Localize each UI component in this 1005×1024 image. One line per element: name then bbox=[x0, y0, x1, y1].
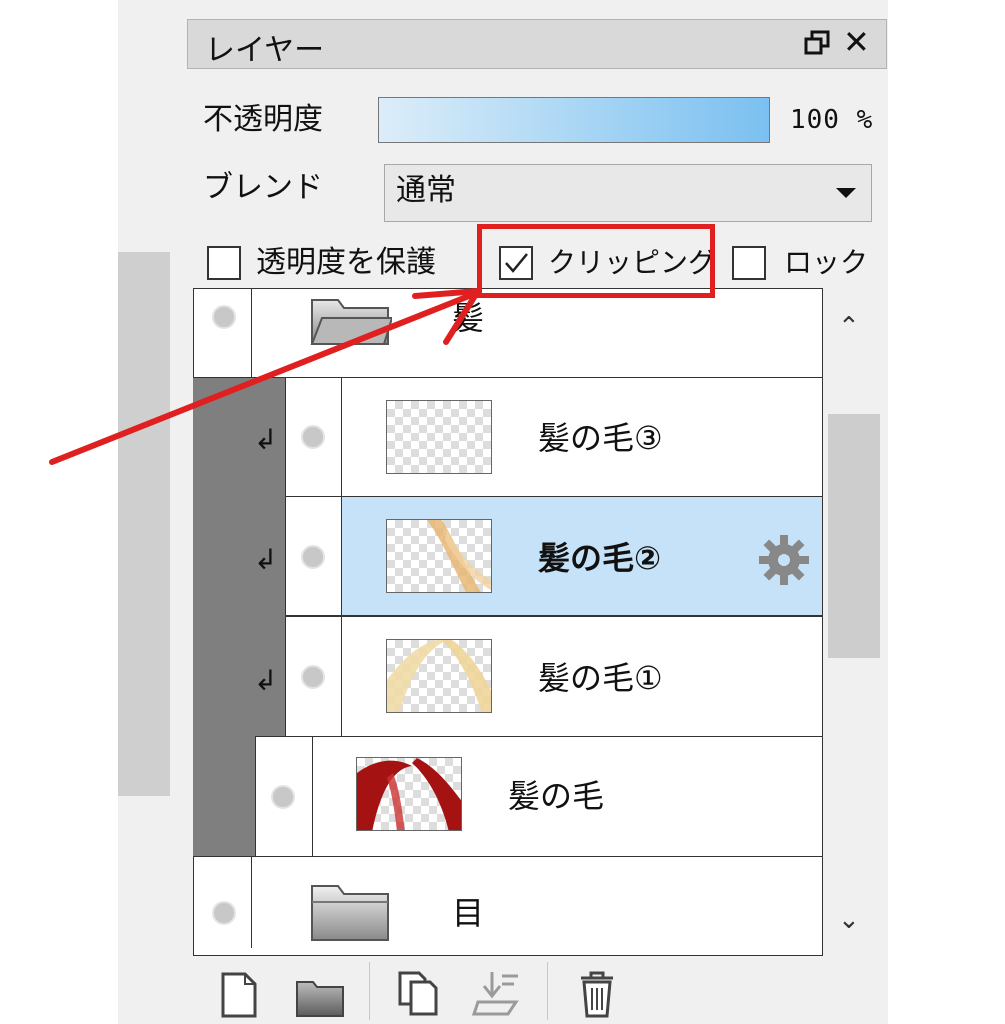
layer-row-folder-eyes[interactable] bbox=[193, 856, 823, 956]
opacity-value: 100 % bbox=[790, 105, 874, 135]
chevron-down-icon bbox=[836, 188, 856, 198]
blend-mode-value: 通常 bbox=[396, 173, 456, 208]
layer-thumbnail bbox=[386, 639, 492, 713]
layer-thumbnail bbox=[386, 519, 492, 593]
panel-title: レイヤー bbox=[205, 33, 325, 68]
toolbar-divider bbox=[547, 962, 548, 1020]
visibility-toggle[interactable] bbox=[212, 305, 236, 329]
scroll-up-icon[interactable]: ⌃ bbox=[838, 312, 860, 342]
lock-label: ロック bbox=[784, 246, 869, 279]
row-divider bbox=[341, 377, 342, 497]
opacity-label: 不透明度 bbox=[203, 102, 323, 137]
new-layer-icon[interactable] bbox=[219, 972, 259, 1022]
layer-name: 髪の毛③ bbox=[538, 419, 663, 457]
left-panel-strip bbox=[118, 252, 170, 796]
protect-opacity-label: 透明度を保護 bbox=[256, 245, 436, 280]
merge-down-icon[interactable] bbox=[471, 970, 522, 1020]
opacity-slider[interactable] bbox=[378, 97, 770, 143]
layer-name: 髪の毛② bbox=[538, 539, 662, 577]
blend-mode-select[interactable] bbox=[384, 164, 872, 222]
blend-label: ブレンド bbox=[203, 170, 323, 205]
clip-arrow-icon: ↲ bbox=[254, 664, 278, 697]
scroll-down-icon[interactable]: ⌄ bbox=[838, 905, 860, 935]
close-icon[interactable]: ✕ bbox=[843, 22, 870, 62]
annotation-highlight-box bbox=[477, 224, 715, 298]
layer-name: 目 bbox=[452, 894, 485, 932]
row-divider bbox=[251, 288, 252, 378]
delete-layer-icon[interactable] bbox=[577, 970, 617, 1022]
visibility-toggle[interactable] bbox=[301, 665, 325, 689]
lock-checkbox[interactable] bbox=[732, 246, 766, 280]
scrollbar-thumb[interactable] bbox=[828, 414, 880, 658]
layer-thumbnail bbox=[386, 400, 492, 474]
folder-icon bbox=[308, 882, 392, 948]
layer-row-folder-hair[interactable] bbox=[193, 288, 823, 378]
row-divider bbox=[251, 856, 252, 948]
restore-window-icon[interactable] bbox=[804, 30, 830, 60]
row-divider bbox=[341, 616, 342, 737]
toolbar-divider bbox=[369, 962, 370, 1020]
clip-arrow-icon: ↲ bbox=[254, 423, 278, 456]
layer-thumbnail bbox=[356, 757, 462, 831]
layer-name: 髪の毛① bbox=[538, 659, 663, 697]
visibility-toggle[interactable] bbox=[301, 425, 325, 449]
clipping-group-bar bbox=[193, 737, 255, 857]
visibility-toggle[interactable] bbox=[301, 545, 325, 569]
row-divider bbox=[312, 736, 313, 857]
protect-opacity-checkbox[interactable] bbox=[207, 246, 241, 280]
clip-arrow-icon: ↲ bbox=[254, 543, 278, 576]
layer-name: 髪の毛 bbox=[508, 777, 605, 815]
visibility-toggle[interactable] bbox=[212, 901, 236, 925]
new-folder-icon[interactable] bbox=[295, 978, 345, 1022]
layer-name: 髪 bbox=[452, 299, 485, 337]
duplicate-layer-icon[interactable] bbox=[397, 970, 439, 1020]
gear-icon[interactable] bbox=[757, 533, 811, 591]
visibility-toggle[interactable] bbox=[271, 785, 295, 809]
folder-icon bbox=[308, 290, 394, 352]
